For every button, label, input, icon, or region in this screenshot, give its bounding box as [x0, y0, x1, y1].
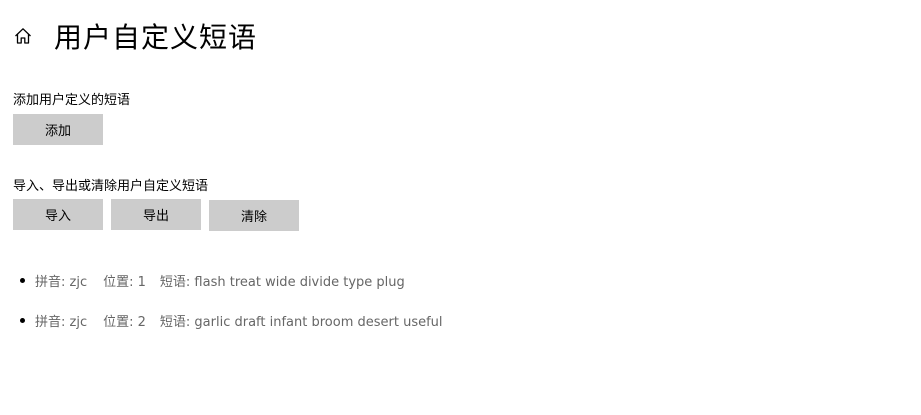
- settings-page: 用户自定义短语 添加用户定义的短语 添加 导入、导出或清除用户自定义短语 导入 …: [0, 0, 921, 415]
- bullet-icon: [20, 277, 25, 283]
- page-header: 用户自定义短语: [12, 14, 257, 58]
- clear-button[interactable]: 清除: [209, 200, 299, 231]
- manage-section-label: 导入、导出或清除用户自定义短语: [13, 179, 209, 194]
- phrase-text: 短语: garlic draft infant broom desert use…: [159, 314, 443, 330]
- phrase-list: 拼音: zjc 位置: 1 短语: flash treat wide divid…: [20, 268, 443, 348]
- phrase-position: 位置: 1: [103, 274, 146, 290]
- add-section-label: 添加用户定义的短语: [13, 93, 131, 108]
- home-button[interactable]: [12, 25, 34, 47]
- phrase-pinyin: 拼音: zjc: [35, 314, 88, 330]
- home-icon: [15, 28, 31, 44]
- bullet-icon: [20, 317, 25, 323]
- phrase-list-item: 拼音: zjc 位置: 2 短语: garlic draft infant br…: [20, 308, 443, 332]
- phrase-text: 短语: flash treat wide divide type plug: [159, 274, 405, 290]
- page-title: 用户自定义短语: [54, 21, 258, 54]
- import-button[interactable]: 导入: [13, 199, 103, 230]
- export-button[interactable]: 导出: [111, 199, 201, 230]
- phrase-position: 位置: 2: [103, 314, 146, 330]
- add-button[interactable]: 添加: [13, 114, 103, 145]
- phrase-list-item: 拼音: zjc 位置: 1 短语: flash treat wide divid…: [20, 268, 443, 292]
- phrase-pinyin: 拼音: zjc: [35, 274, 88, 290]
